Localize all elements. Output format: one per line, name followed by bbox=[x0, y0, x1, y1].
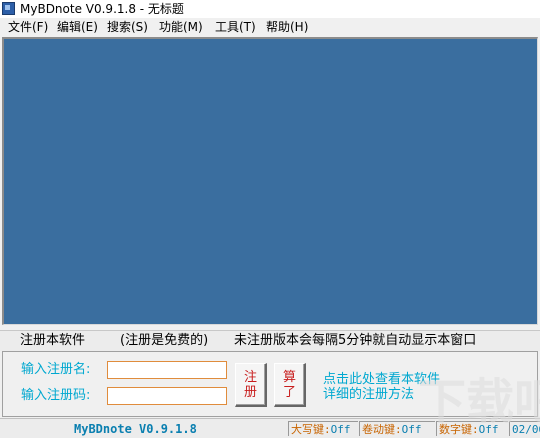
menu-help[interactable]: 帮助(H) bbox=[266, 19, 308, 35]
num-lock-label: 数字键: bbox=[439, 423, 479, 436]
reg-name-label: 输入注册名: bbox=[21, 362, 91, 377]
status-caps-lock: 大写键:Off bbox=[288, 421, 358, 436]
caps-lock-value: Off bbox=[330, 423, 351, 436]
caps-lock-label: 大写键: bbox=[291, 423, 331, 436]
scroll-lock-value: Off bbox=[401, 423, 422, 436]
status-date: 02/06 bbox=[509, 421, 540, 436]
status-scroll-lock: 卷动键:Off bbox=[359, 421, 435, 436]
menu-tools[interactable]: 工具(T) bbox=[215, 19, 256, 35]
status-bar: MyBDnote V0.9.1.8 大写键:Off 卷动键:Off 数字键:Of… bbox=[0, 418, 540, 438]
menu-edit[interactable]: 编辑(E) bbox=[57, 19, 98, 35]
menu-bar: 文件(F) 编辑(E) 搜索(S) 功能(M) 工具(T) 帮助(H) bbox=[0, 18, 540, 36]
banner-free-text: (注册是免费的) bbox=[120, 333, 209, 348]
reg-code-label: 输入注册码: bbox=[21, 388, 91, 403]
status-version: MyBDnote V0.9.1.8 bbox=[74, 422, 197, 436]
scroll-lock-label: 卷动键: bbox=[362, 423, 402, 436]
window-title: MyBDnote V0.9.1.8 - 无标题 bbox=[20, 2, 184, 16]
cancel-button[interactable]: 算了 bbox=[274, 363, 306, 407]
reg-code-input[interactable] bbox=[107, 387, 227, 405]
registration-help-link[interactable]: 点击此处查看本软件详细的注册方法 bbox=[323, 372, 443, 402]
menu-search[interactable]: 搜索(S) bbox=[107, 19, 148, 35]
app-icon[interactable] bbox=[2, 2, 15, 15]
banner-reminder-text: 未注册版本会每隔5分钟就自动显示本窗口 bbox=[234, 333, 477, 348]
num-lock-value: Off bbox=[478, 423, 499, 436]
registration-banner: 注册本软件 (注册是免费的) 未注册版本会每隔5分钟就自动显示本窗口 bbox=[0, 330, 540, 351]
menu-file[interactable]: 文件(F) bbox=[8, 19, 48, 35]
registration-panel: 输入注册名: 输入注册码: 注册 算了 点击此处查看本软件详细的注册方法 bbox=[2, 351, 538, 417]
text-editor-area[interactable] bbox=[2, 37, 538, 325]
menu-function[interactable]: 功能(M) bbox=[159, 19, 203, 35]
title-bar: MyBDnote V0.9.1.8 - 无标题 bbox=[0, 0, 540, 18]
reg-name-input[interactable] bbox=[107, 361, 227, 379]
banner-register-text: 注册本软件 bbox=[20, 333, 86, 348]
status-num-lock: 数字键:Off bbox=[436, 421, 508, 436]
register-button[interactable]: 注册 bbox=[235, 363, 267, 407]
